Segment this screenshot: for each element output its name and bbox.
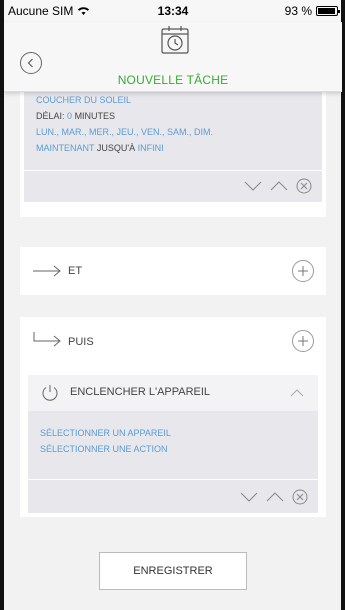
select-action-link[interactable]: SÉLECTIONNER UNE ACTION [40,441,171,457]
move-down-icon[interactable] [244,179,262,193]
condition-card: COUCHER DU SOLEIL DÉLAI: 0 MINUTES LUN.,… [24,92,322,202]
action-details: SÉLECTIONNER UN APPAREIL SÉLECTIONNER UN… [40,425,171,457]
condition-days[interactable]: LUN., MAR., MER., JEU., VEN., SAM., DIM. [36,124,213,140]
back-button[interactable] [20,52,42,74]
select-device-link[interactable]: SÉLECTIONNER UN APPAREIL [40,425,171,441]
task-editor: COUCHER DU SOLEIL DÉLAI: 0 MINUTES LUN.,… [4,92,342,610]
battery-icon [316,6,340,16]
save-button[interactable]: ENREGISTRER [99,552,247,590]
move-up-icon[interactable] [270,179,288,193]
battery-group: 93 % [284,4,340,18]
plus-icon [298,266,308,276]
divider [24,170,322,171]
add-action-button[interactable] [292,330,314,352]
chevron-up-icon[interactable] [290,388,304,397]
and-row[interactable]: ET [20,247,326,295]
delay-label: DÉLAI: [36,111,65,121]
days-label: LUN., MAR., MER., JEU., VEN., SAM., DIM. [36,127,214,137]
condition-details: COUCHER DU SOLEIL DÉLAI: 0 MINUTES LUN.,… [36,92,213,156]
battery-percent: 93 % [284,4,312,18]
move-up-icon[interactable] [266,490,284,504]
calendar-clock-icon [161,26,189,54]
remove-icon[interactable] [296,178,312,194]
range-end: INFINI [137,143,164,153]
action-card: ENCLENCHER L'APPAREIL SÉLECTIONNER UN AP… [28,375,318,513]
footer: ENREGISTRER [4,552,342,590]
delay-unit: MINUTES [74,111,116,121]
condition-panel: COUCHER DU SOLEIL DÉLAI: 0 MINUTES LUN.,… [20,92,326,217]
condition-delay[interactable]: DÉLAI: 0 MINUTES [36,108,213,124]
chevron-left-icon [27,58,33,68]
action-controls [240,489,308,505]
page-title: NOUVELLE TÂCHE [117,73,229,87]
app-screen: Aucune SIM 13:34 93 % NOUVELLE TÂCHE COU… [4,0,342,610]
nav-header: NOUVELLE TÂCHE [4,22,342,92]
range-start: MAINTENANT [36,143,95,153]
condition-event[interactable]: COUCHER DU SOLEIL [36,92,213,108]
arrow-right-icon [33,265,61,277]
and-label: ET [68,265,83,277]
condition-controls [244,178,312,194]
arrow-turn-right-icon [33,332,61,347]
delay-value: 0 [67,111,73,121]
action-header[interactable]: ENCLENCHER L'APPAREIL [28,375,318,411]
condition-range[interactable]: MAINTENANT JUSQU'À INFINI [36,140,213,156]
move-down-icon[interactable] [240,490,258,504]
event-label: COUCHER DU SOLEIL [36,95,132,105]
divider [28,479,318,480]
add-condition-button[interactable] [292,260,314,282]
action-title: ENCLENCHER L'APPAREIL [70,386,211,398]
then-label: PUIS [68,336,94,348]
then-panel: PUIS ENCLENCHER L'APPAREIL SÉLECTIONNER … [20,317,326,517]
plus-icon [298,336,308,346]
power-icon [42,385,58,401]
remove-icon[interactable] [292,489,308,505]
status-bar: Aucune SIM 13:34 93 % [4,0,342,22]
range-separator: JUSQU'À [96,143,136,153]
